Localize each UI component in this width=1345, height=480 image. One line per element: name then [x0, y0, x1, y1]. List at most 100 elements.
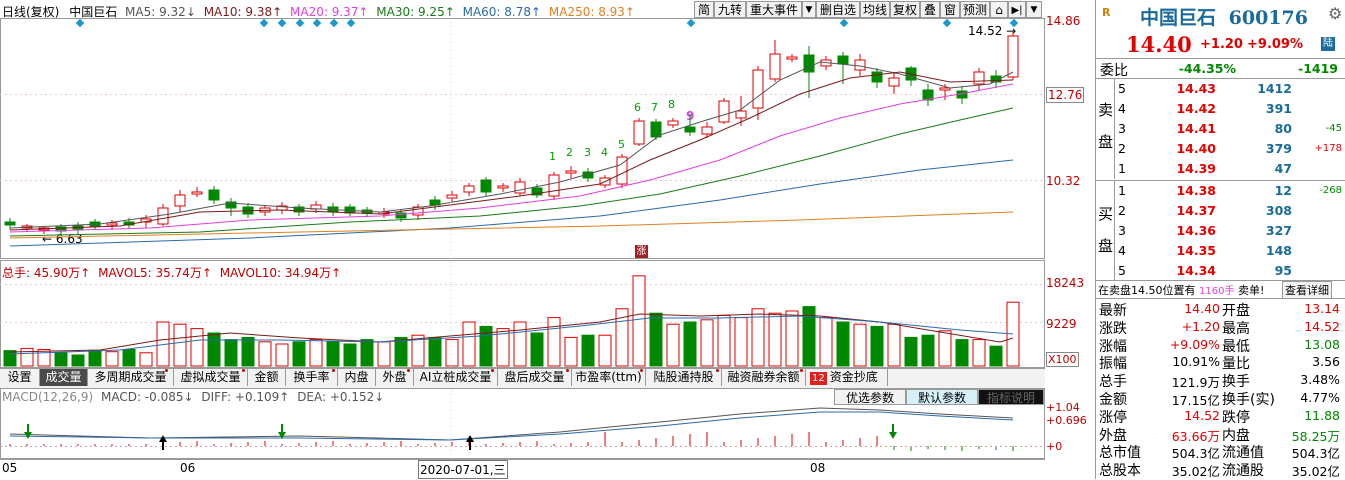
event-diamond-icon: [686, 18, 696, 28]
tab-ai-volume[interactable]: AI立桩成交量: [414, 369, 498, 386]
volume-bar: [513, 321, 527, 367]
gear-icon[interactable]: ⚙: [1328, 4, 1342, 23]
sell-level-row[interactable]: 5 14.43 1412: [1116, 79, 1344, 98]
view-detail-link[interactable]: 查看详细: [1282, 281, 1332, 299]
tab-multi-period-volume[interactable]: 多周期成交量: [88, 369, 174, 386]
macd-axis-1: +1.04: [1046, 401, 1080, 414]
mavol5-value: MAVOL5: 35.74万↑: [98, 266, 212, 280]
stat-value: 3.56: [1312, 354, 1340, 370]
stat-row: 振幅 10.91% 量比 3.56: [1096, 353, 1345, 372]
macd-diff: DIFF: +0.109↑: [201, 390, 290, 404]
tab-dot: [716, 369, 719, 372]
candle-body: [735, 110, 747, 119]
tab-amount[interactable]: 金额: [248, 369, 286, 386]
volume-bar: [666, 323, 680, 367]
candle-body: [106, 222, 118, 226]
volume-bar: [173, 323, 187, 367]
volume-bar: [785, 310, 799, 367]
sell-level-row[interactable]: 1 14.39 47: [1116, 159, 1344, 178]
stat-value: 35.02亿: [1291, 464, 1340, 480]
sell-level-row[interactable]: 4 14.42 391: [1116, 99, 1344, 118]
ma10-line: [9, 71, 1014, 231]
buy-level-row[interactable]: 5 14.34 95: [1116, 261, 1344, 280]
tab-capital-bottom[interactable]: 12 资金抄底: [806, 369, 888, 386]
tab-settings[interactable]: 设置: [0, 369, 40, 386]
buy-level-row[interactable]: 1 14.38 12 -268: [1116, 181, 1344, 200]
level-volume: 148: [1265, 243, 1292, 258]
volume-bar: [683, 321, 697, 367]
tab-northbound-holdings[interactable]: 陆股通持股: [646, 369, 722, 386]
volume-bar: [938, 330, 952, 367]
candle-body: [701, 126, 713, 135]
buy-level-row[interactable]: 2 14.37 308: [1116, 201, 1344, 220]
signal-arrow-up-icon: [159, 435, 167, 442]
volume-bar: [54, 352, 68, 367]
tab-after-hours-volume[interactable]: 盘后成交量: [498, 369, 572, 386]
volume-bar: [870, 325, 884, 367]
stock-code: 600176: [1228, 7, 1308, 29]
price-change: +1.20: [1200, 37, 1243, 52]
default-params-button[interactable]: 默认参数: [906, 389, 978, 405]
level-change: -268: [1319, 185, 1342, 196]
level-volume: 308: [1265, 203, 1292, 218]
tab-turnover[interactable]: 换手率: [286, 369, 338, 386]
macd-diff-line: [9, 407, 1014, 441]
volume-axis-mid: 9229: [1046, 317, 1077, 331]
candle-body: [854, 59, 866, 71]
notice-text: 在卖盘14.50位置有: [1098, 284, 1196, 297]
volume-bar: [649, 312, 663, 367]
volume-bar: [3, 350, 17, 367]
level-volume: 1412: [1257, 81, 1292, 96]
volume-bar: [904, 336, 918, 367]
buy-level-row[interactable]: 4 14.35 148: [1116, 241, 1344, 260]
event-diamond-icon: [942, 18, 952, 28]
weibi-pct: -44.35%: [1178, 61, 1236, 76]
large-order-notice[interactable]: 在卖盘14.50位置有 1160手 卖单!: [1098, 282, 1264, 298]
volume-bar: [122, 349, 136, 367]
tab-pe-ttm[interactable]: 市盈率(ttm): [572, 369, 646, 386]
stat-label: 总股本: [1099, 463, 1141, 480]
tab-margin-balance[interactable]: 融资融券余额: [722, 369, 806, 386]
sell-level-row[interactable]: 2 14.40 379 +178: [1116, 139, 1344, 158]
tab-inner-volume[interactable]: 内盘: [338, 369, 376, 386]
macd-legend: MACD(12,26,9) MACD: -0.085↓ DIFF: +0.109…: [2, 390, 384, 404]
stat-value: 3.48%: [1300, 372, 1340, 388]
buy-side-box: 买 盘: [1096, 181, 1115, 281]
volume-bar: [462, 321, 476, 367]
buy-level-row[interactable]: 3 14.36 327: [1116, 221, 1344, 240]
volume-bar: [428, 336, 442, 367]
candle-body: [565, 170, 577, 174]
northbound-tag: 陆: [1321, 37, 1335, 51]
level-change: +178: [1314, 143, 1342, 154]
candle-body: [684, 126, 696, 133]
stat-row: 涨跌 +1.20 最高 14.52: [1096, 318, 1345, 337]
sell-level-row[interactable]: 3 14.41 80 -45: [1116, 119, 1344, 138]
tab-volume[interactable]: 成交量: [40, 369, 88, 386]
indicator-help-button[interactable]: 指标说明: [978, 389, 1044, 405]
volume-total: 总手: 45.90万↑: [2, 266, 91, 280]
volume-bar: [700, 319, 714, 367]
stat-row: 涨幅 +9.09% 最低 13.08: [1096, 336, 1345, 355]
volume-bar: [717, 314, 731, 367]
level-price: 14.42: [1176, 101, 1216, 116]
optimized-params-button[interactable]: 优选参数: [834, 389, 906, 405]
candle-body: [667, 120, 679, 126]
candle-body: [718, 100, 730, 123]
macd-params: MACD(12,26,9): [2, 390, 94, 404]
volume-bar: [530, 332, 544, 367]
volume-bar: [71, 354, 85, 367]
price-change-pct: +9.09%: [1247, 37, 1303, 52]
event-diamond-icon: [295, 18, 305, 28]
stat-row: 最新 14.40 开盘 13.14: [1096, 300, 1345, 319]
level-price: 14.38: [1176, 183, 1216, 198]
volume-bar: [547, 317, 561, 367]
volume-bar: [326, 341, 340, 367]
level-price: 14.43: [1176, 81, 1216, 96]
volume-bar: [258, 341, 272, 367]
level-volume: 327: [1265, 223, 1292, 238]
sell-label-2: 盘: [1098, 133, 1114, 151]
kline-chart-area[interactable]: 日线(复权) 中国巨石 MA5: 9.32↓ MA10: 9.38↑ MA20:…: [0, 0, 1095, 480]
stock-name: 中国巨石: [1140, 7, 1217, 29]
tab-virtual-volume[interactable]: 虚拟成交量: [174, 369, 248, 386]
volume-bar: [105, 351, 119, 367]
